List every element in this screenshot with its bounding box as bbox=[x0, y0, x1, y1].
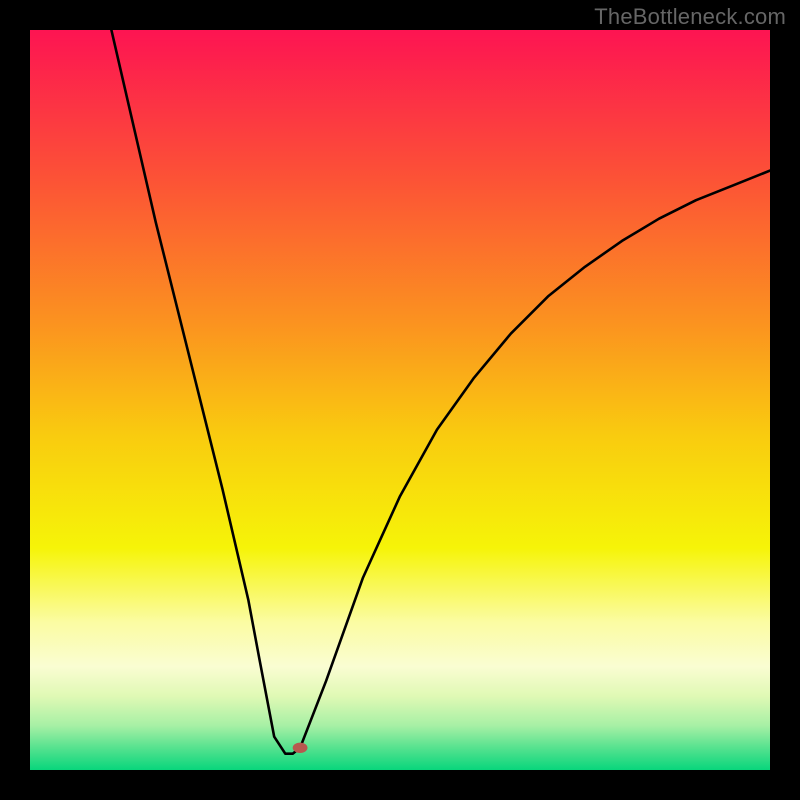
watermark-text: TheBottleneck.com bbox=[594, 4, 786, 30]
chart-frame: TheBottleneck.com bbox=[0, 0, 800, 800]
marker-dot bbox=[293, 743, 308, 753]
chart-svg bbox=[30, 30, 770, 770]
plot-area bbox=[30, 30, 770, 770]
curve-path bbox=[111, 30, 770, 754]
